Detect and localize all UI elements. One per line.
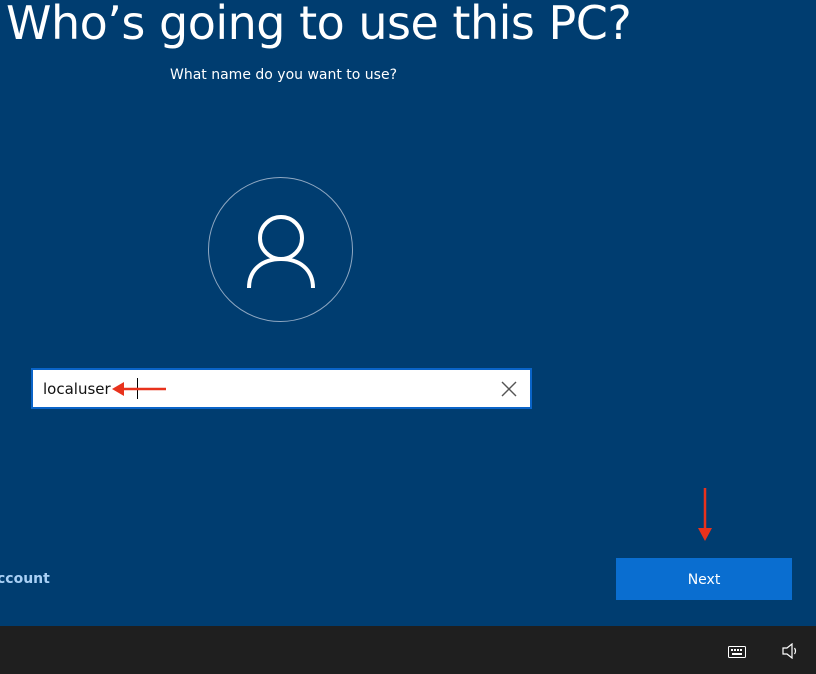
taskbar bbox=[0, 626, 816, 674]
keyboard-icon bbox=[728, 646, 746, 658]
oobe-screen: Who’s going to use this PC? What name do… bbox=[0, 0, 816, 674]
page-title: Who’s going to use this PC? bbox=[6, 0, 632, 50]
arrow-left-icon bbox=[112, 382, 166, 396]
avatar bbox=[208, 177, 353, 322]
user-icon bbox=[247, 215, 315, 289]
name-field[interactable] bbox=[31, 368, 532, 409]
setup-panel: Who’s going to use this PC? What name do… bbox=[0, 0, 816, 626]
name-input[interactable] bbox=[43, 378, 483, 400]
arrow-down-icon bbox=[698, 488, 712, 541]
keyboard-tray-button[interactable] bbox=[728, 645, 746, 663]
volume-tray-button[interactable] bbox=[782, 642, 800, 664]
next-button[interactable]: Next bbox=[616, 558, 792, 600]
close-icon bbox=[501, 381, 517, 397]
clear-input-button[interactable] bbox=[498, 378, 520, 400]
page-subtitle: What name do you want to use? bbox=[170, 67, 398, 83]
offline-account-link[interactable]: ccount bbox=[0, 571, 50, 587]
volume-icon bbox=[782, 642, 797, 660]
